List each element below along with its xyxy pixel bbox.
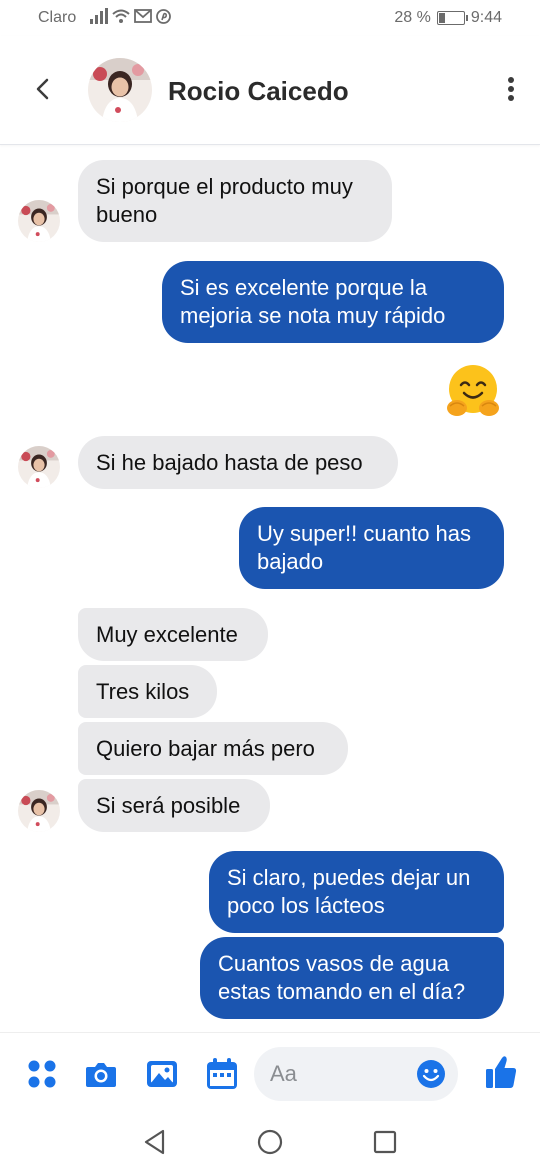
incoming-message: Tres kilos — [78, 665, 217, 718]
back-arrow-icon[interactable] — [28, 74, 58, 104]
incoming-message: Si porque el producto muy bueno — [78, 160, 392, 242]
hugging-face-emoji — [447, 365, 499, 416]
outgoing-message: Si es excelente porque la mejoria se not… — [162, 261, 504, 343]
image-gallery-icon[interactable] — [145, 1057, 179, 1091]
contact-name[interactable]: Rocio Caicedo — [168, 76, 349, 107]
contact-avatar-small — [18, 446, 60, 488]
nav-back-icon[interactable] — [141, 1128, 169, 1156]
contact-avatar[interactable] — [88, 58, 152, 122]
more-vertical-icon[interactable] — [504, 74, 518, 104]
status-icons — [90, 8, 171, 24]
battery-percent: 28 % — [394, 9, 431, 26]
apps-grid-icon[interactable] — [25, 1057, 59, 1091]
status-right: 28 % 9:44 — [394, 9, 502, 27]
system-navigation-bar — [0, 1114, 540, 1170]
status-bar: Claro 28 % 9:44 — [0, 0, 540, 36]
incoming-message: Si he bajado hasta de peso — [78, 436, 398, 489]
carrier-name: Claro — [38, 9, 77, 26]
mail-icon — [134, 9, 152, 23]
thumbs-up-icon[interactable] — [484, 1054, 518, 1090]
incoming-message: Si será posible — [78, 779, 270, 832]
battery-icon — [436, 11, 468, 25]
outgoing-message: Uy super!! cuanto has bajado — [239, 507, 504, 589]
pinterest-icon — [156, 8, 171, 24]
nav-home-icon[interactable] — [256, 1128, 284, 1156]
incoming-message: Quiero bajar más pero — [78, 722, 348, 775]
incoming-message: Muy excelente — [78, 608, 268, 661]
message-composer — [0, 1032, 540, 1115]
wifi-icon — [112, 9, 130, 23]
conversation-header: Rocio Caicedo — [0, 36, 540, 145]
contact-avatar-small — [18, 790, 60, 832]
camera-icon[interactable] — [84, 1057, 118, 1091]
outgoing-message: Si claro, puedes dejar un poco los lácte… — [209, 851, 504, 933]
emoji-smile-icon[interactable] — [416, 1059, 446, 1089]
calendar-icon[interactable] — [205, 1057, 239, 1091]
clock: 9:44 — [470, 9, 502, 26]
contact-avatar-small — [18, 200, 60, 242]
signal-icon — [90, 8, 108, 24]
nav-recents-icon[interactable] — [371, 1128, 399, 1156]
outgoing-message: Cuantos vasos de agua estas tomando en e… — [200, 937, 504, 1019]
